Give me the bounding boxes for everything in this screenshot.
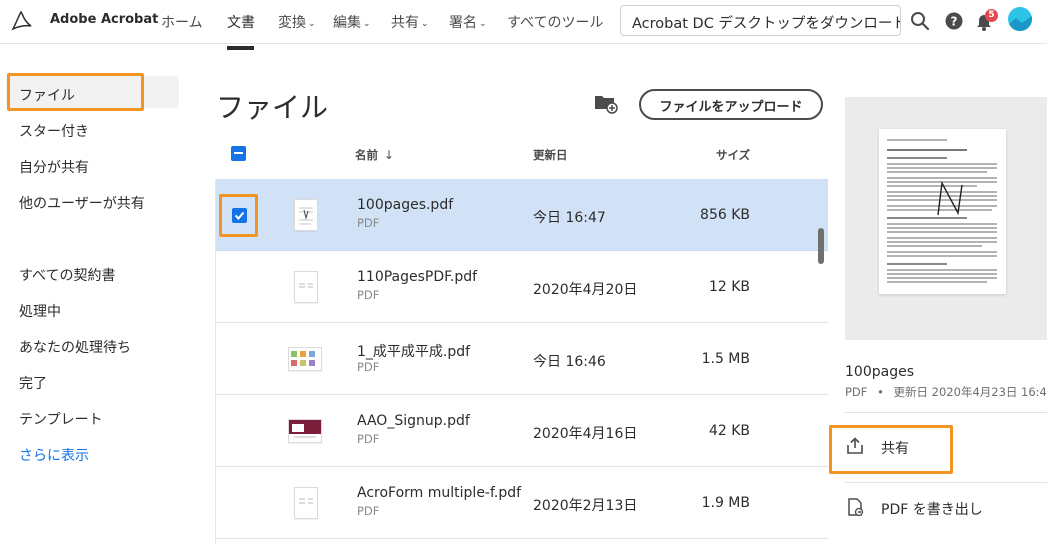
file-modified: 2020年4月20日 [533,282,638,298]
sidebar-item-all-agreements[interactable]: すべての契約書 [19,265,115,285]
sidebar-item-shared-by-you[interactable]: 自分が共有 [19,157,89,177]
file-type: PDF [357,288,380,302]
table-row[interactable]: AAO_Signup.pdf PDF 2020年4月16日 42 KB [216,395,828,467]
file-modified: 今日 16:47 [533,210,606,226]
file-name[interactable]: 1_成平成平成.pdf [357,341,470,361]
notification-badge: 5 [985,9,998,22]
select-all-checkbox[interactable] [231,146,246,161]
upload-file-button[interactable]: ファイルをアップロード [639,89,823,120]
table-row[interactable]: 110PagesPDF.pdf PDF 2020年4月20日 12 KB [216,251,828,323]
column-header-size[interactable]: サイズ [716,147,750,163]
column-header-name[interactable]: 名前 ↓ [355,147,394,163]
chevron-down-icon: ⌄ [363,19,371,29]
download-desktop-button[interactable]: Acrobat DC デスクトップをダウンロード [620,5,901,36]
export-pdf-action[interactable]: PDF を書き出し [881,499,983,519]
nav-documents[interactable]: 文書 [227,12,255,32]
active-nav-indicator [227,46,254,50]
file-thumbnail [294,487,318,519]
sidebar-item-starred[interactable]: スター付き [19,121,89,141]
svg-text:?: ? [951,15,958,29]
file-thumbnail [288,347,322,371]
column-header-modified[interactable]: 更新日 [533,147,568,163]
sidebar-item-templates[interactable]: テンプレート [19,409,103,429]
highlight-files [7,73,144,111]
help-icon[interactable]: ? [943,10,965,32]
nav-convert[interactable]: 変換 ⌄ [278,12,316,32]
file-preview-thumbnail[interactable] [879,129,1006,294]
sidebar-item-completed[interactable]: 完了 [19,373,47,393]
file-size: 1.9 MB [701,495,750,511]
highlight-row-checkbox [219,194,258,237]
file-thumbnail [294,199,318,231]
file-thumbnail [288,419,322,443]
nav-all-tools[interactable]: すべてのツール [507,12,603,32]
file-size: 42 KB [708,423,750,439]
table-row[interactable]: 100pages.pdf PDF 今日 16:47 856 KB [216,179,828,251]
top-bar: Adobe Acrobat ホーム 文書 変換 ⌄ 編集 ⌄ 共有 ⌄ 署名 ⌄ すべて… [0,0,1047,44]
preview-file-meta: PDF • 更新日 2020年4月23日 16:47 [845,385,1047,399]
brand-name[interactable]: Adobe Acrobat [50,12,158,27]
file-name[interactable]: AAO_Signup.pdf [357,413,470,429]
sidebar-show-more-link[interactable]: さらに表示 [19,445,89,465]
table-row[interactable]: AcroForm multiple-f.pdf PDF 2020年2月13日 1… [216,467,828,539]
file-list: 100pages.pdf PDF 今日 16:47 856 KB 110Page… [215,179,828,544]
file-size: 1.5 MB [701,351,750,367]
acrobat-logo-icon[interactable] [10,9,34,33]
highlight-share [829,425,953,474]
scrollbar-thumb[interactable] [818,228,824,264]
new-folder-icon[interactable] [594,92,618,114]
sidebar-item-waiting-for-you[interactable]: あなたの処理待ち [19,337,131,357]
divider [845,412,1047,413]
file-modified: 2020年2月13日 [533,498,638,514]
export-pdf-icon[interactable] [845,497,865,517]
nav-edit[interactable]: 編集 ⌄ [333,12,371,32]
divider [845,482,1047,483]
search-icon[interactable] [909,10,931,32]
page-title: ファイル [216,91,329,124]
nav-home[interactable]: ホーム [161,12,203,32]
chevron-down-icon: ⌄ [479,19,487,29]
file-thumbnail [294,271,318,303]
chevron-down-icon: ⌄ [421,19,429,29]
sidebar-item-in-progress[interactable]: 処理中 [19,301,61,321]
file-type: PDF [357,432,380,446]
file-size: 12 KB [708,279,750,295]
chevron-down-icon: ⌄ [308,19,316,29]
file-modified: 今日 16:46 [533,354,606,370]
file-size: 856 KB [700,207,750,223]
avatar[interactable] [1008,7,1032,31]
sort-down-icon[interactable]: ↓ [384,148,394,162]
avatar-image-icon [1008,16,1032,31]
file-name[interactable]: AcroForm multiple-f.pdf [357,485,521,501]
file-modified: 2020年4月16日 [533,426,638,442]
file-name[interactable]: 110PagesPDF.pdf [357,269,477,285]
table-row[interactable]: 1_成平成平成.pdf PDF 今日 16:46 1.5 MB [216,323,828,395]
nav-share[interactable]: 共有 ⌄ [391,12,429,32]
preview-file-name: 100pages [845,364,914,380]
file-type: PDF [357,504,380,518]
nav-sign[interactable]: 署名 ⌄ [449,12,487,32]
file-type: PDF [357,360,380,374]
sidebar-item-shared-by-others[interactable]: 他のユーザーが共有 [19,193,145,213]
file-name[interactable]: 100pages.pdf [357,197,453,213]
file-type: PDF [357,216,380,230]
signature-mark-icon [937,180,963,216]
